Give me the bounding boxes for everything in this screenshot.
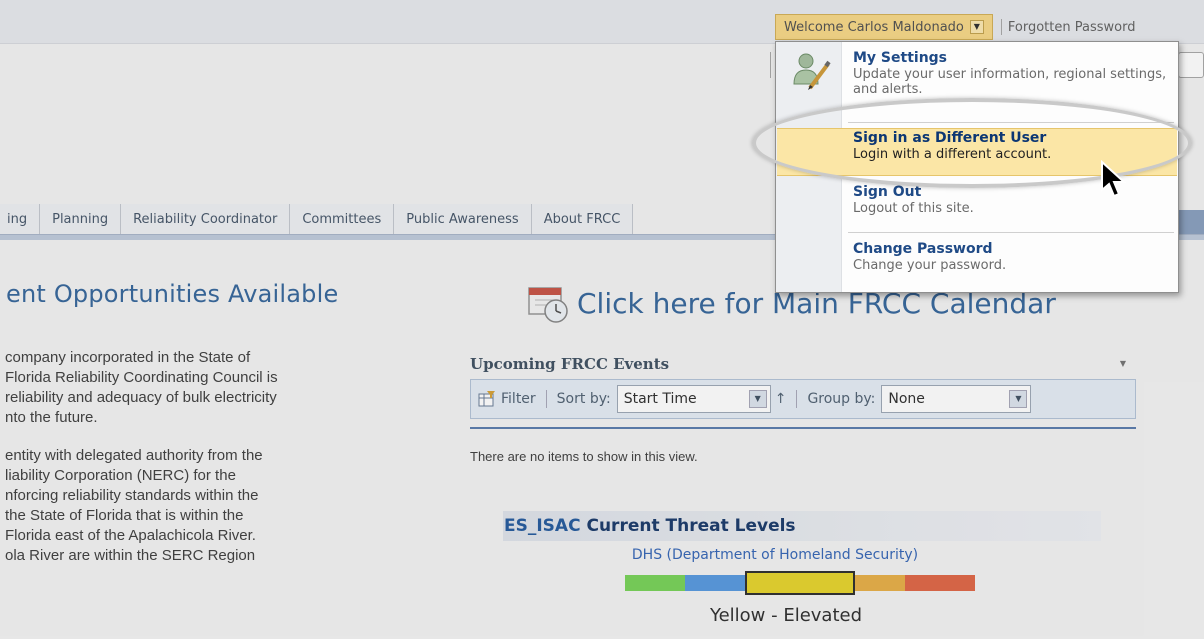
menu-item-desc: Update your user information, regional s…	[853, 67, 1167, 97]
threat-title-rest: Current Threat Levels	[580, 516, 796, 536]
tab-reliability-coordinator[interactable]: Reliability Coordinator	[121, 204, 291, 234]
paragraph-line: nforcing reliability standards within th…	[5, 487, 259, 504]
level-high	[855, 575, 905, 591]
divider	[1000, 19, 1002, 35]
calendar-clock-icon	[525, 282, 573, 324]
toolbar-divider	[545, 390, 547, 408]
threat-levels-panel: ES_ISAC Current Threat Levels DHS (Depar…	[503, 511, 1101, 626]
level-low	[625, 575, 685, 591]
menu-item-change-password[interactable]: Change Password Change your password.	[853, 241, 1173, 273]
filter-button[interactable]: Filter	[501, 391, 536, 407]
tab-about-frcc[interactable]: About FRCC	[531, 204, 634, 234]
paragraph-line: nto the future.	[5, 409, 98, 426]
menu-item-my-settings[interactable]: My Settings Update your user information…	[853, 50, 1173, 97]
paragraph-line: company incorporated in the State of	[5, 349, 251, 366]
search-button[interactable]	[1178, 52, 1204, 78]
menu-item-title: My Settings	[853, 50, 948, 66]
user-settings-icon	[792, 50, 832, 92]
threat-header: ES_ISAC Current Threat Levels	[503, 511, 1101, 541]
upcoming-events-webpart: Upcoming FRCC Events ▼ Filter Sort by: S…	[470, 355, 1136, 464]
threat-level-bar	[625, 571, 1101, 595]
tab-partial[interactable]: ing	[0, 204, 41, 234]
tab-committees[interactable]: Committees	[290, 204, 395, 234]
intro-paragraph: company incorporated in the State of Flo…	[5, 348, 440, 428]
sort-direction-button[interactable]: ↑	[775, 391, 787, 407]
authority-paragraph: entity with delegated authority from the…	[5, 446, 440, 566]
level-guarded	[685, 575, 745, 591]
tab-public-awareness[interactable]: Public Awareness	[394, 204, 532, 234]
sort-by-value: Start Time	[623, 391, 697, 407]
group-by-label: Group by:	[807, 391, 876, 407]
paragraph-line: reliability and adequacy of bulk electri…	[5, 389, 277, 406]
empty-view-message: There are no items to show in this view.	[470, 449, 698, 464]
left-content: ent Opportunities Available company inco…	[0, 280, 440, 566]
group-by-select[interactable]: None ▼	[881, 385, 1032, 413]
threat-title: ES_ISAC Current Threat Levels	[504, 516, 796, 536]
paragraph-line: liability Corporation (NERC) for the	[5, 467, 236, 484]
webpart-menu-icon[interactable]: ▼	[1120, 359, 1126, 368]
es-isac-label: ES_ISAC	[504, 516, 581, 536]
level-elevated	[745, 571, 855, 595]
mouse-pointer-icon	[1100, 159, 1130, 204]
paragraph-line: Florida east of the Apalachicola River.	[5, 527, 256, 544]
chevron-down-icon[interactable]: ▼	[1009, 390, 1028, 408]
paragraph-line: entity with delegated authority from the	[5, 447, 263, 464]
welcome-label: Welcome Carlos Maldonado	[784, 19, 964, 35]
paragraph-line: ola River are within the SERC Region	[5, 547, 256, 564]
events-divider	[470, 427, 1136, 429]
chevron-down-icon[interactable]: ▼	[969, 20, 984, 34]
events-title: Upcoming FRCC Events	[470, 355, 670, 373]
paragraph-line: Florida Reliability Coordinating Council…	[5, 369, 278, 386]
welcome-area: Welcome Carlos Maldonado ▼ Forgotten Pas…	[775, 12, 1135, 42]
menu-divider	[848, 232, 1174, 233]
forgotten-password-link[interactable]: Forgotten Password	[1008, 20, 1136, 35]
toolbar-divider	[796, 390, 798, 408]
current-level-label: Yellow - Elevated	[709, 605, 863, 626]
level-severe	[905, 575, 975, 591]
welcome-menu-button[interactable]: Welcome Carlos Maldonado ▼	[775, 14, 993, 40]
sort-by-select[interactable]: Start Time ▼	[616, 385, 771, 413]
tab-planning[interactable]: Planning	[40, 204, 122, 234]
group-by-value: None	[888, 391, 925, 407]
chevron-down-icon[interactable]: ▼	[748, 390, 767, 408]
menu-item-desc: Change your password.	[853, 258, 1007, 273]
sort-by-label: Sort by:	[556, 391, 611, 407]
filter-icon[interactable]	[477, 390, 497, 408]
dhs-link[interactable]: DHS (Department of Homeland Security)	[449, 547, 1101, 563]
events-toolbar: Filter Sort by: Start Time ▼ ↑ Group by:…	[470, 379, 1136, 419]
menu-item-title: Change Password	[853, 241, 993, 257]
paragraph-line: the State of Florida that is within the	[5, 507, 244, 524]
opportunities-heading: ent Opportunities Available	[6, 280, 339, 308]
